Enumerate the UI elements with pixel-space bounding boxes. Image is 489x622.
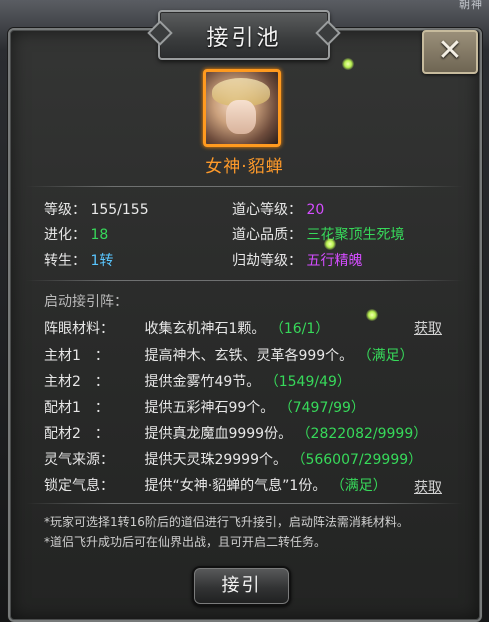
requirement-progress: （1549/49） <box>264 374 351 390</box>
stat-level: 等级： 155/155 <box>44 199 149 219</box>
requirement-text: 提供“女神·貂蝉的气息”1份。 <box>144 478 327 494</box>
character-name: 女神·貂蝉 <box>205 157 284 177</box>
close-icon: ✕ <box>437 33 463 68</box>
fetch-link-lock[interactable]: 获取 <box>414 477 442 497</box>
requirement-row-eye: 阵眼材料： 收集玄机神石1颗。 （16/1） <box>44 318 329 338</box>
requirement-row-lock: 锁定气息： 提供“女神·貂蝉的气息”1份。 （满足） <box>44 475 387 495</box>
requirement-text: 提供真龙魔血9999份。 <box>144 426 293 442</box>
stat-rebirth-label: 转生： <box>44 253 86 269</box>
summon-button[interactable]: 接引 <box>192 566 291 606</box>
character-portrait-icon <box>203 69 281 147</box>
requirement-label: 配材1 ： <box>44 400 109 416</box>
stat-rebirth: 转生： 1转 <box>44 250 113 270</box>
requirement-progress: （7497/99） <box>278 400 365 416</box>
requirement-label: 主材1 ： <box>44 348 109 364</box>
stat-dao-level: 道心等级： 20 <box>232 199 324 219</box>
sparkle-effect <box>366 309 378 321</box>
requirement-text: 收集玄机神石1颗。 <box>144 321 266 337</box>
divider-top <box>26 186 463 187</box>
stat-guijie: 归劫等级： 五行精魄 <box>232 250 362 270</box>
requirement-text: 提供天灵珠29999个。 <box>144 452 287 468</box>
stat-evolve-value: 18 <box>90 227 109 243</box>
requirement-progress: （566007/29999） <box>291 452 423 468</box>
requirement-row-main2: 主材2 ： 提供金雾竹49节。 （1549/49） <box>44 371 351 391</box>
stat-level-label: 等级： <box>44 202 86 218</box>
section-heading: 启动接引阵： <box>44 294 128 310</box>
dialog-title: 接引池 <box>206 26 282 51</box>
requirement-label: 阵眼材料： <box>44 321 114 337</box>
stat-dao-quality-value: 三花聚顶生死境 <box>306 227 405 243</box>
fetch-link-eye[interactable]: 获取 <box>414 318 442 338</box>
requirement-progress: （满足） <box>330 478 387 494</box>
stat-dao-quality: 道心品质： 三花聚顶生死境 <box>232 224 404 244</box>
stat-dao-quality-label: 道心品质： <box>232 227 302 243</box>
requirement-progress: （16/1） <box>269 321 330 337</box>
requirement-text: 提高神木、玄铁、灵革各999个。 <box>144 348 354 364</box>
sparkle-effect <box>324 238 336 250</box>
stat-evolve: 进化： 18 <box>44 224 108 244</box>
requirement-progress: （满足） <box>357 348 414 364</box>
stat-guijie-label: 归劫等级： <box>232 253 302 269</box>
stat-rebirth-value: 1转 <box>90 253 114 269</box>
requirement-row-spirit: 灵气来源： 提供天灵珠29999个。 （566007/29999） <box>44 449 422 469</box>
stat-dao-level-value: 20 <box>306 202 325 218</box>
divider-bottom <box>26 503 463 504</box>
requirement-label: 配材2 ： <box>44 426 109 442</box>
requirement-text: 提供五彩神石99个。 <box>144 400 275 416</box>
note-line-2: *道侣飞升成功后可在仙界出战，且可开启二转任务。 <box>44 535 327 549</box>
stat-guijie-value: 五行精魄 <box>306 253 363 269</box>
sparkle-effect <box>342 58 354 70</box>
requirement-label: 锁定气息： <box>44 478 114 494</box>
close-button[interactable]: ✕ <box>422 30 478 74</box>
stat-level-value: 155/155 <box>90 202 149 218</box>
title-plate: 接引池 <box>158 10 330 60</box>
requirement-progress: （2822082/9999） <box>296 426 428 442</box>
requirement-row-main1: 主材1 ： 提高神木、玄铁、灵革各999个。 （满足） <box>44 345 414 365</box>
requirement-row-sub1: 配材1 ： 提供五彩神石99个。 （7497/99） <box>44 397 365 417</box>
divider-mid <box>26 280 463 281</box>
requirement-label: 主材2 ： <box>44 374 109 390</box>
note-line-1: *玩家可选择1转16阶后的道侣进行飞升接引，启动阵法需消耗材料。 <box>44 515 409 529</box>
corner-text: 朝神 <box>459 0 483 11</box>
requirement-text: 提供金雾竹49节。 <box>144 374 261 390</box>
stat-evolve-label: 进化： <box>44 227 86 243</box>
requirement-label: 灵气来源： <box>44 452 114 468</box>
stat-dao-level-label: 道心等级： <box>232 202 302 218</box>
requirement-row-sub2: 配材2 ： 提供真龙魔血9999份。 （2822082/9999） <box>44 423 427 443</box>
